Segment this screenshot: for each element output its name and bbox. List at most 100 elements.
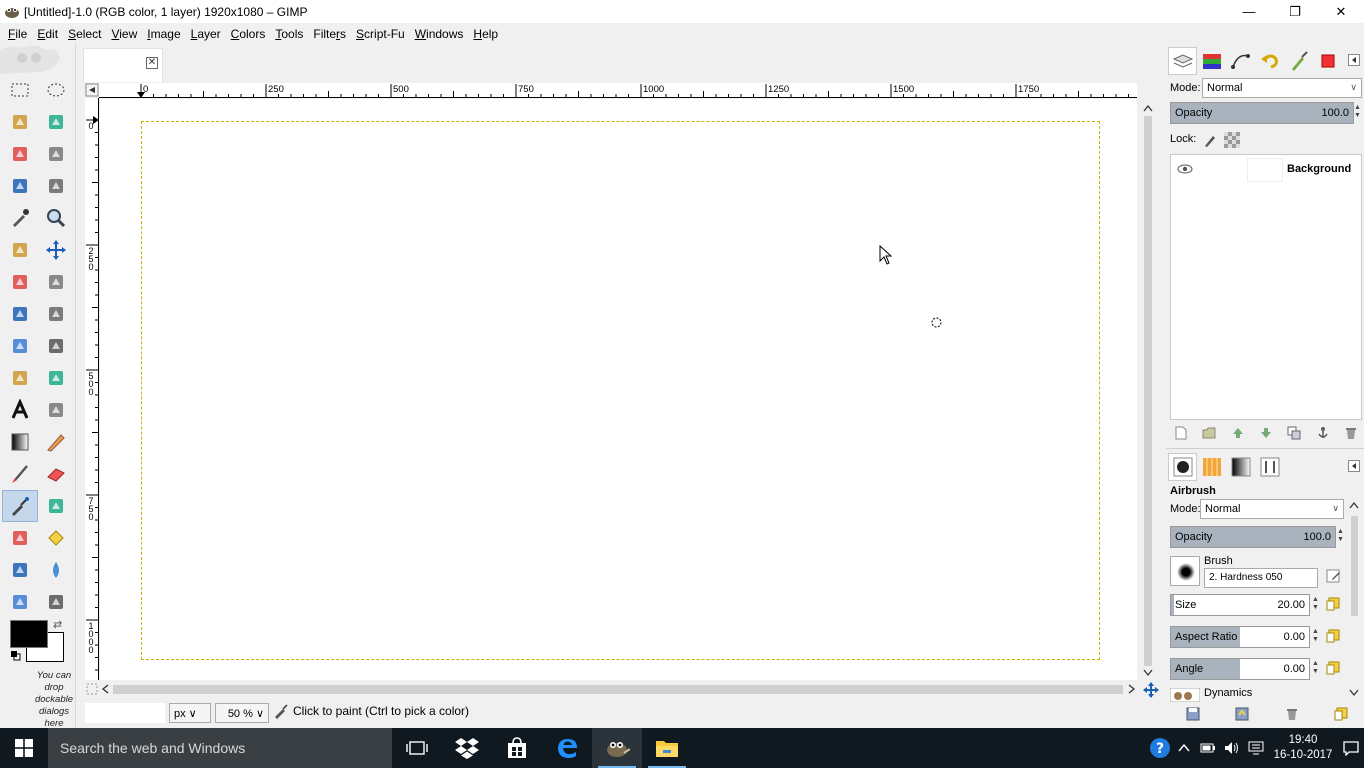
lock-alpha-icon[interactable] [1224, 132, 1240, 148]
delete-layer-icon[interactable] [1344, 426, 1358, 440]
layer-opacity-slider[interactable]: Opacity 100.0 [1170, 102, 1354, 124]
save-options-icon[interactable] [1186, 707, 1200, 721]
tool-paths[interactable] [38, 170, 74, 202]
canvas-area[interactable] [100, 99, 1137, 680]
tool-airbrush[interactable] [2, 490, 38, 522]
reset-colors-icon[interactable] [11, 651, 21, 661]
dock-menu-icon[interactable] [1348, 54, 1360, 66]
minimize-button[interactable]: — [1226, 0, 1272, 23]
image-canvas[interactable] [141, 121, 1100, 660]
layer-opacity-spinner[interactable]: ▲ ▼ [1354, 104, 1362, 120]
horizontal-scrollbar[interactable] [99, 682, 1141, 696]
tab-patterns-dialog[interactable] [1197, 453, 1226, 481]
tool-foreground-select[interactable] [2, 170, 38, 202]
taskbar-gimp[interactable] [592, 728, 642, 768]
tab-paths[interactable] [1226, 47, 1255, 75]
dynamics-preview-icon[interactable] [1170, 688, 1200, 702]
size-slider[interactable]: Size 20.00 [1170, 594, 1310, 616]
menu-layer[interactable]: Layer [186, 27, 226, 41]
zoom-select[interactable]: 50 % ∨ [215, 703, 269, 723]
vertical-scrollbar[interactable] [1141, 102, 1155, 680]
taskbar-file-explorer[interactable] [642, 728, 692, 768]
tab-channels[interactable] [1197, 47, 1226, 75]
tool-measure[interactable] [2, 234, 38, 266]
tool-text[interactable] [2, 394, 38, 426]
tool-options-menu-icon[interactable] [1348, 460, 1360, 472]
aspect-ratio-slider[interactable]: Aspect Ratio 0.00 [1170, 626, 1310, 648]
clock[interactable]: 19:40 16-10-2017 [1268, 733, 1338, 763]
tool-options-scrollbar[interactable] [1348, 500, 1360, 700]
close-tab-icon[interactable]: ✕ [146, 57, 158, 69]
menu-help[interactable]: Help [468, 27, 503, 41]
delete-options-icon[interactable] [1285, 707, 1299, 721]
tool-perspective-clone[interactable] [2, 554, 38, 586]
edit-brush-icon[interactable] [1326, 568, 1342, 584]
lock-pixels-icon[interactable] [1202, 132, 1218, 148]
anchor-layer-icon[interactable] [1316, 426, 1330, 440]
tool-move[interactable] [38, 234, 74, 266]
swap-colors-icon[interactable]: ⇄ [53, 618, 62, 631]
tool-cage[interactable] [38, 362, 74, 394]
tool-color-picker[interactable] [2, 202, 38, 234]
tool-pencil[interactable] [38, 426, 74, 458]
tool-bucket-fill[interactable] [38, 394, 74, 426]
taskbar-dropbox[interactable] [442, 728, 492, 768]
reset-angle-icon[interactable] [1326, 661, 1340, 675]
tab-layers[interactable] [1168, 47, 1197, 75]
fg-bg-color-widget[interactable]: ⇄ [8, 618, 68, 664]
close-button[interactable]: ✕ [1318, 0, 1364, 23]
tool-free-select[interactable] [2, 106, 38, 138]
tab-brushes[interactable] [1284, 47, 1313, 75]
tool-heal[interactable] [38, 522, 74, 554]
tray-help[interactable]: ? [1148, 728, 1172, 768]
menu-image[interactable]: Image [142, 27, 185, 41]
tool-eraser[interactable] [38, 458, 74, 490]
tray-keyboard[interactable] [1244, 728, 1268, 768]
tool-opacity-slider[interactable]: Opacity 100.0 [1170, 526, 1336, 548]
start-button[interactable] [0, 728, 48, 768]
tool-ink[interactable] [38, 490, 74, 522]
menu-edit[interactable]: Edit [32, 27, 63, 41]
size-spinner[interactable]: ▲ ▼ [1312, 596, 1320, 612]
tray-battery[interactable] [1196, 728, 1220, 768]
menu-windows[interactable]: Windows [410, 27, 469, 41]
lower-layer-icon[interactable] [1259, 426, 1273, 440]
new-layer-icon[interactable] [1174, 426, 1188, 440]
tray-show-hidden[interactable] [1172, 728, 1196, 768]
tab-patterns[interactable] [1313, 47, 1342, 75]
tool-flip[interactable] [2, 362, 38, 394]
tool-scale[interactable] [38, 298, 74, 330]
tool-zoom[interactable] [38, 202, 74, 234]
tool-fuzzy-select[interactable] [38, 106, 74, 138]
taskbar-search-input[interactable]: Search the web and Windows [48, 728, 392, 768]
tool-opacity-spinner[interactable]: ▲ ▼ [1337, 528, 1345, 544]
tool-dodge-burn[interactable] [38, 586, 74, 618]
navigate-icon[interactable] [1143, 682, 1159, 698]
tool-blend[interactable] [2, 426, 38, 458]
new-layer-group-icon[interactable] [1202, 426, 1216, 440]
aspect-ratio-spinner[interactable]: ▲ ▼ [1312, 628, 1320, 644]
tool-mode-select[interactable]: Normal ∨ [1200, 499, 1344, 519]
tool-shear[interactable] [2, 330, 38, 362]
tool-perspective[interactable] [38, 330, 74, 362]
tool-align[interactable] [2, 266, 38, 298]
tool-paintbrush[interactable] [2, 458, 38, 490]
brush-name-field[interactable]: 2. Hardness 050 [1204, 568, 1318, 588]
duplicate-layer-icon[interactable] [1287, 426, 1301, 440]
taskbar-edge[interactable] [542, 728, 592, 768]
tool-ellipse-select[interactable] [38, 74, 74, 106]
menu-script-fu[interactable]: Script-Fu [351, 27, 410, 41]
brush-preview-button[interactable] [1170, 556, 1200, 586]
tab-tool-options[interactable] [1168, 453, 1197, 481]
tool-blur[interactable] [38, 554, 74, 586]
horizontal-ruler[interactable]: 0 250 500 750 1000 1250 1500 1750 [99, 83, 1137, 98]
restore-button[interactable]: ❐ [1272, 0, 1318, 23]
taskbar-store[interactable] [492, 728, 542, 768]
image-tab[interactable]: ✕ [83, 48, 163, 82]
image-menu-icon[interactable] [85, 83, 99, 97]
reset-size-icon[interactable] [1326, 597, 1340, 611]
tool-crop[interactable] [38, 266, 74, 298]
tool-scissors[interactable] [38, 138, 74, 170]
menu-select[interactable]: Select [63, 27, 106, 41]
visibility-eye-icon[interactable] [1177, 163, 1193, 175]
